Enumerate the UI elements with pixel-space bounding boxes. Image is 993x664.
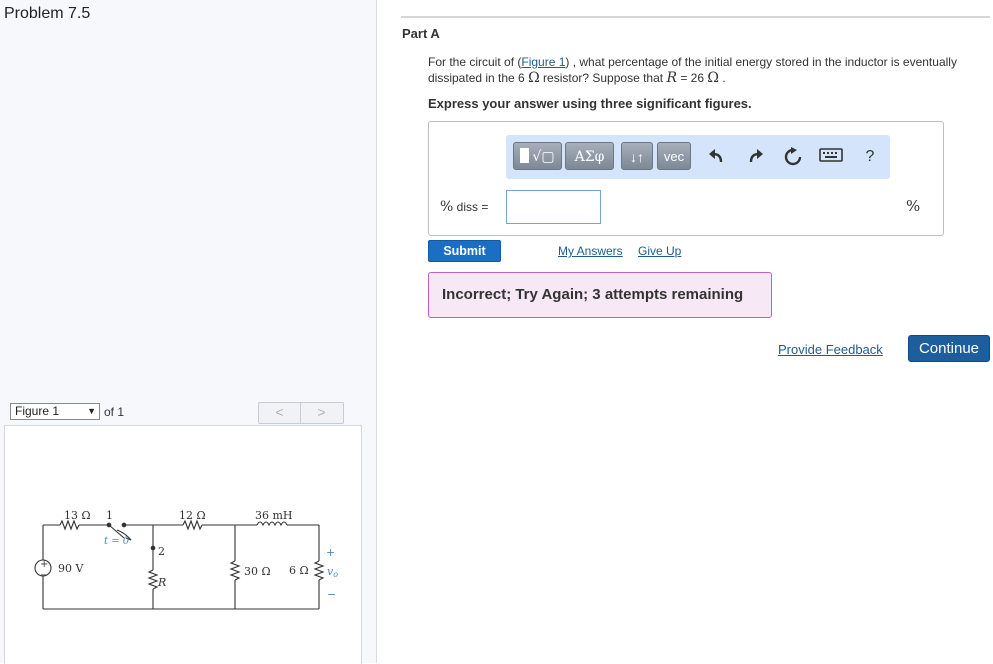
answer-box: √▢ ΑΣφ ↓↑ vec ? % diss = % <box>428 121 944 236</box>
label-6-ohm: 6 Ω <box>289 564 309 577</box>
keyboard-icon[interactable] <box>818 147 844 168</box>
undo-icon[interactable] <box>704 147 728 172</box>
figure-count: of 1 <box>104 405 125 419</box>
label-90v: 90 V <box>58 562 84 575</box>
problem-title: Problem 7.5 <box>4 5 91 22</box>
figure-pager: < > <box>258 402 344 424</box>
answer-label: % diss = <box>440 199 489 215</box>
next-figure-button[interactable]: > <box>301 403 342 423</box>
provide-feedback-link[interactable]: Provide Feedback <box>778 342 883 357</box>
part-title: Part A <box>402 26 440 41</box>
label-source-minus: − <box>40 570 48 581</box>
help-button[interactable]: ? <box>858 147 882 167</box>
previous-figure-button[interactable]: < <box>259 403 301 423</box>
label-30-ohm: 30 Ω <box>244 565 271 578</box>
label-vo-plus: + <box>326 546 335 559</box>
reset-icon[interactable] <box>781 147 805 172</box>
give-up-link[interactable]: Give Up <box>638 244 681 258</box>
submit-button[interactable]: Submit <box>428 240 501 262</box>
templates-button[interactable]: √▢ <box>513 142 562 170</box>
label-vo-minus: − <box>327 588 336 601</box>
answer-input[interactable] <box>506 190 601 224</box>
figure-area: 13 Ω 1 t = 0 2 12 Ω 36 mH + − 90 V R 30 … <box>4 425 362 664</box>
question-text: For the circuit of (Figure 1) , what per… <box>428 55 957 86</box>
label-source-plus: + <box>40 559 48 570</box>
instruction-text: Express your answer using three signific… <box>428 96 752 111</box>
subscript-superscript-button[interactable]: ↓↑ <box>621 142 653 170</box>
my-answers-link[interactable]: My Answers <box>558 244 623 258</box>
continue-button[interactable]: Continue <box>908 335 990 362</box>
redo-icon[interactable] <box>744 147 768 172</box>
figure-link[interactable]: Figure 1 <box>521 55 565 69</box>
circuit-diagram: 13 Ω 1 t = 0 2 12 Ω 36 mH + − 90 V R 30 … <box>34 509 338 610</box>
label-vo: vo <box>327 565 338 579</box>
label-switch-1: 1 <box>106 509 113 522</box>
label-t0: t = 0 <box>104 536 130 547</box>
label-switch-2: 2 <box>158 545 165 558</box>
label-36mh: 36 mH <box>255 509 293 522</box>
greek-symbols-button[interactable]: ΑΣφ <box>565 142 614 170</box>
feedback-message: Incorrect; Try Again; 3 attempts remaini… <box>428 272 772 318</box>
figure-navigation: Figure 1 ▼ of 1 < > <box>9 402 361 424</box>
label-13-ohm: 13 Ω <box>64 509 91 522</box>
figure-select[interactable]: Figure 1 ▼ <box>10 403 100 420</box>
dropdown-arrow-icon: ▼ <box>87 406 96 416</box>
vector-button[interactable]: vec <box>657 142 691 170</box>
figure-select-value: Figure 1 <box>15 404 60 418</box>
unit-label: % <box>906 197 921 215</box>
label-12-ohm: 12 Ω <box>179 509 206 522</box>
left-panel: Problem 7.5 Figure 1 ▼ of 1 < > 13 Ω 1 t… <box>0 0 377 664</box>
math-toolbar: √▢ ΑΣφ ↓↑ vec ? <box>506 135 890 179</box>
divider <box>401 16 990 18</box>
label-r: R <box>157 576 166 589</box>
